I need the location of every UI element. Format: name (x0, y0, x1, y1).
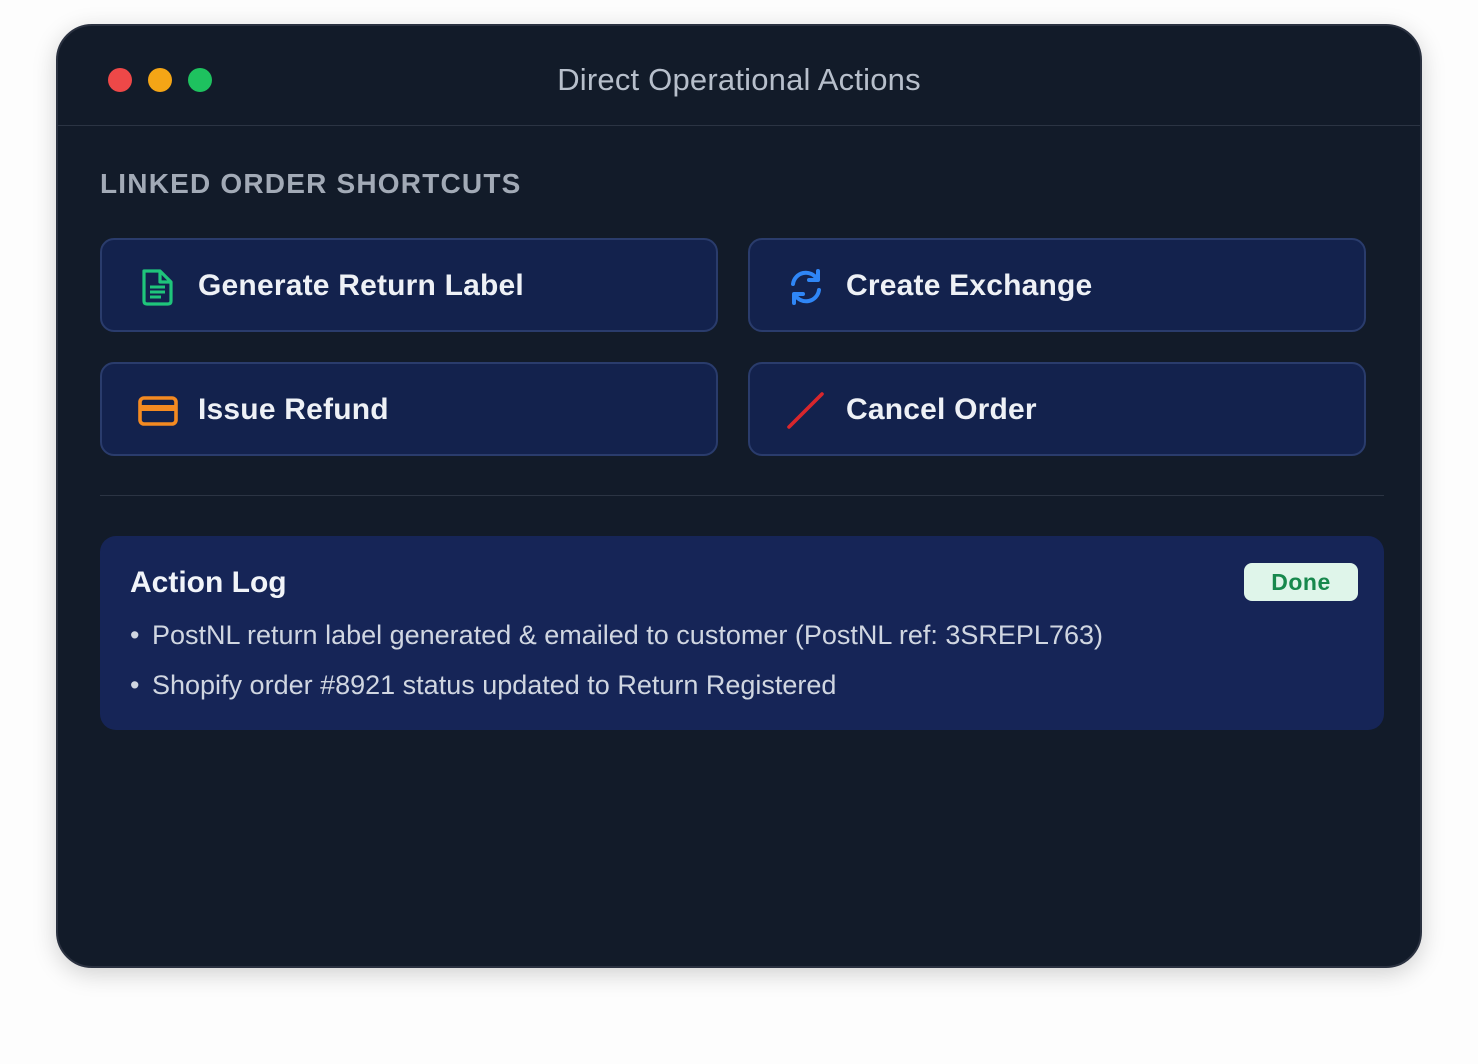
generate-return-label-button[interactable]: Generate Return Label (100, 238, 718, 332)
log-entry-text: Shopify order #8921 status updated to Re… (152, 670, 837, 700)
action-log-title: Action Log (130, 566, 287, 599)
window-title: Direct Operational Actions (557, 62, 921, 97)
bullet: • (130, 670, 140, 700)
log-entry-text: PostNL return label generated & emailed … (152, 620, 1103, 650)
credit-card-icon (138, 391, 178, 431)
create-exchange-label: Create Exchange (846, 269, 1093, 302)
log-entry: • Shopify order #8921 status updated to R… (130, 670, 836, 701)
slash-icon (786, 391, 826, 431)
issue-refund-button[interactable]: Issue Refund (100, 362, 718, 456)
cancel-order-button[interactable]: Cancel Order (748, 362, 1366, 456)
title-bar: Direct Operational Actions (58, 26, 1420, 126)
app-window: Direct Operational Actions LINKED ORDER … (56, 24, 1422, 968)
bullet: • (130, 620, 140, 650)
cancel-order-label: Cancel Order (846, 393, 1037, 426)
section-heading: LINKED ORDER SHORTCUTS (100, 168, 522, 199)
section-divider (100, 495, 1384, 496)
generate-return-label-label: Generate Return Label (198, 269, 524, 302)
log-entry: • PostNL return label generated & emailed… (130, 620, 1103, 651)
issue-refund-label: Issue Refund (198, 393, 389, 426)
create-exchange-button[interactable]: Create Exchange (748, 238, 1366, 332)
refresh-icon (786, 267, 826, 307)
document-icon (138, 267, 178, 307)
action-log-panel: Action Log Done • PostNL return label gen… (100, 536, 1384, 730)
status-badge: Done (1244, 563, 1358, 601)
